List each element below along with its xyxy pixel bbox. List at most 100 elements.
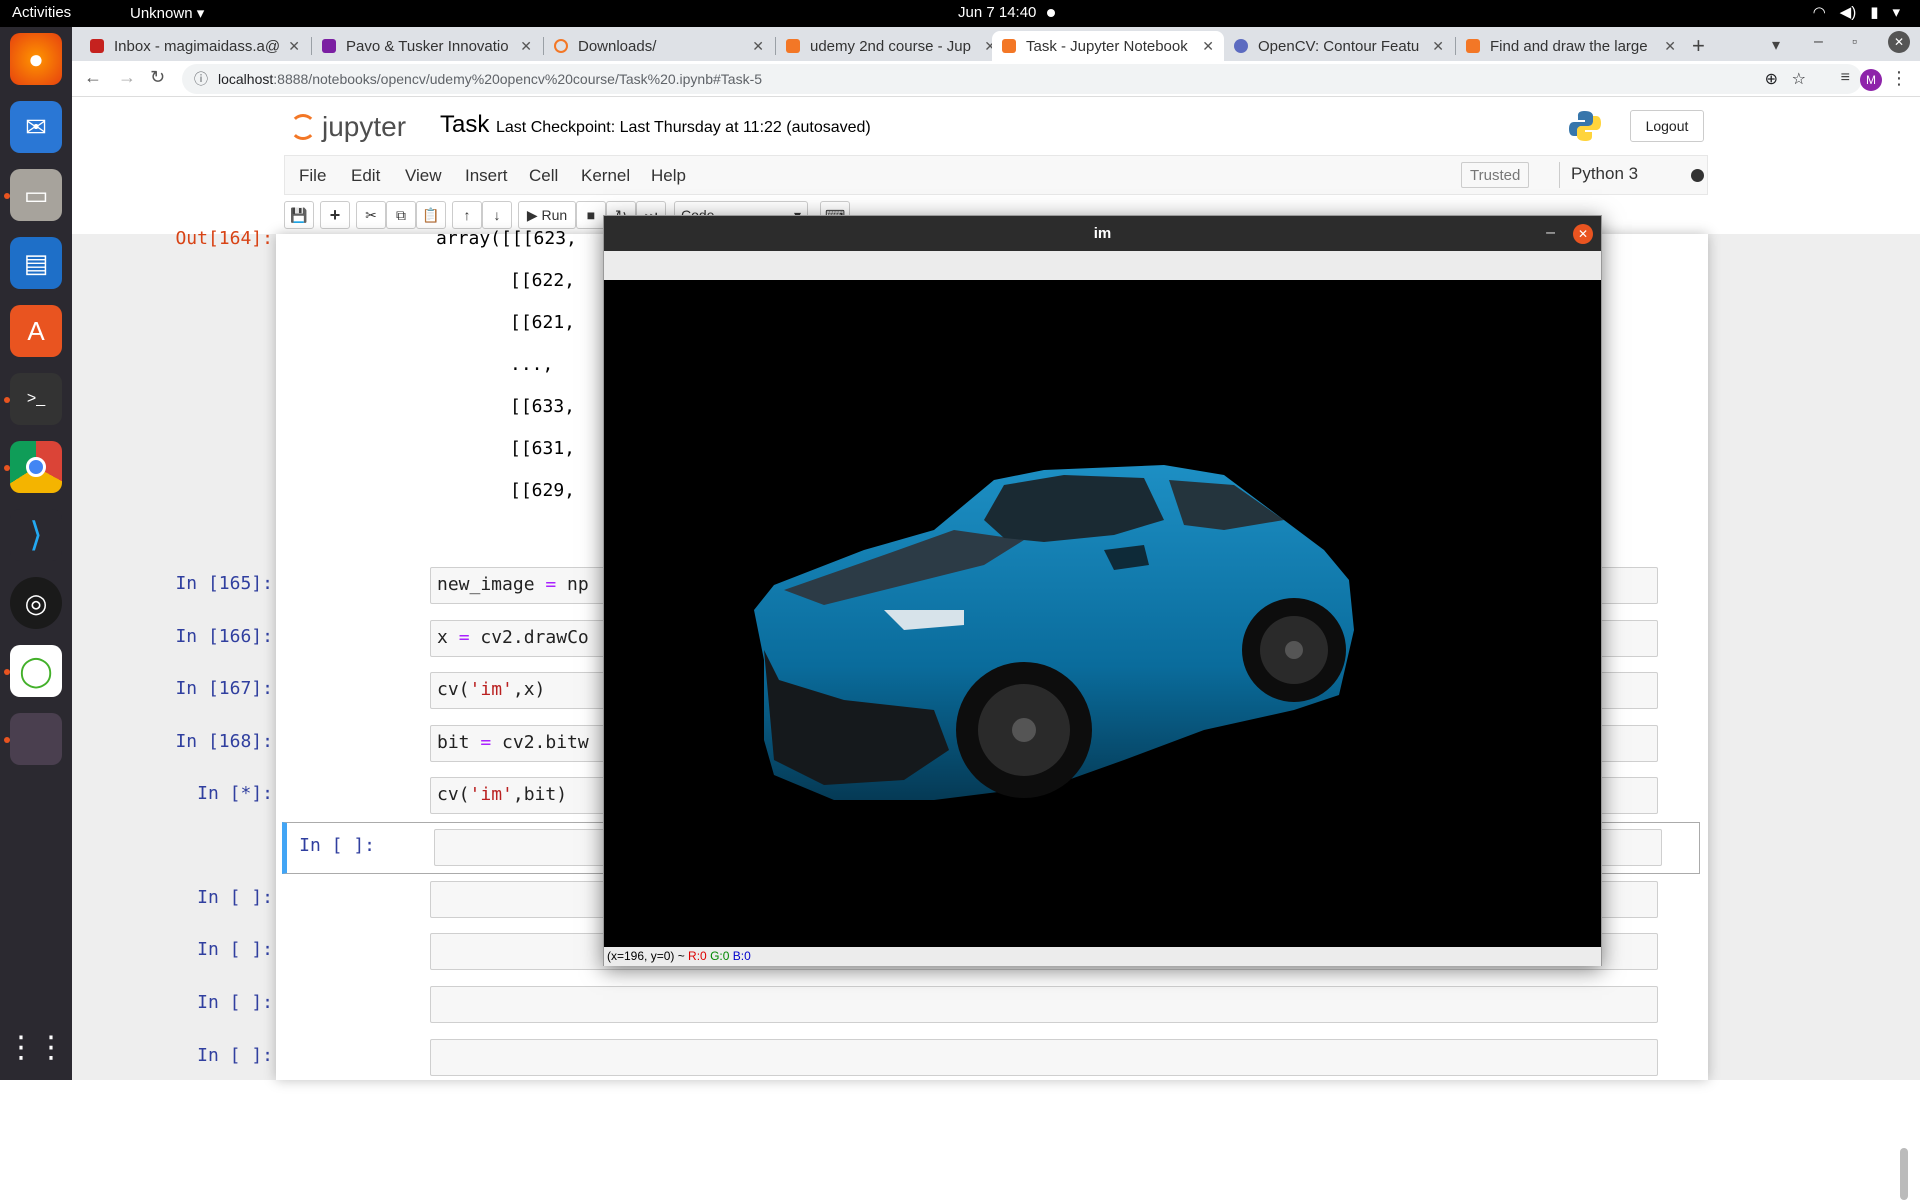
tab-opencv[interactable]: OpenCV: Contour Featu ✕	[1224, 31, 1454, 61]
save-icon[interactable]: 💾	[284, 201, 314, 229]
running-indicator	[4, 397, 10, 403]
writer-icon[interactable]: ▤	[10, 237, 62, 289]
new-tab-button[interactable]: +	[1692, 33, 1705, 59]
cell-prompt: In [167]:	[175, 678, 273, 699]
divider	[1559, 162, 1560, 188]
obs-icon[interactable]: ◎	[10, 577, 62, 629]
run-button[interactable]: ▶ Run	[518, 201, 576, 229]
firefox-icon[interactable]: ●	[10, 33, 62, 85]
running-indicator	[4, 465, 10, 471]
thunderbird-icon[interactable]: ✉	[10, 101, 62, 153]
tab-title: Inbox - magimaidass.a@	[114, 37, 281, 55]
cell-input[interactable]	[430, 1039, 1658, 1076]
tab-downloads[interactable]: Downloads/ ✕	[544, 31, 774, 61]
tab-find-draw[interactable]: Find and draw the large ✕	[1456, 31, 1686, 61]
kernel-name[interactable]: Python 3	[1571, 164, 1638, 184]
move-down-icon[interactable]: ↓	[482, 201, 512, 229]
minimize-icon[interactable]: –	[1546, 224, 1555, 242]
close-icon[interactable]: ✕	[1202, 38, 1214, 55]
opencv-window[interactable]: im – ✕ (x=196, y=0) ~ R:0 G:0 B:0	[603, 215, 1602, 966]
battery-icon: ▮	[1870, 4, 1879, 21]
running-indicator	[4, 737, 10, 743]
menu-cell[interactable]: Cell	[529, 166, 558, 186]
tab-title: Pavo & Tusker Innovatio	[346, 37, 509, 55]
vscode-icon[interactable]: ⟩	[10, 509, 62, 561]
jupyter-logo[interactable]: jupyter	[290, 111, 406, 143]
tab-inbox[interactable]: Inbox - magimaidass.a@ ✕	[80, 31, 310, 61]
close-icon[interactable]: ✕	[1573, 224, 1593, 244]
menu-insert[interactable]: Insert	[465, 166, 508, 186]
trusted-badge[interactable]: Trusted	[1461, 162, 1530, 188]
url-path: :8888/notebooks/opencv/udemy%20opencv%20…	[273, 71, 763, 87]
wifi-icon: ◠	[1812, 4, 1826, 21]
software-center-icon[interactable]: A	[10, 305, 62, 357]
zoom-icon[interactable]: ⊕	[1765, 69, 1778, 89]
pixel-green: G:0	[710, 949, 730, 963]
tab-search-icon[interactable]: ▾	[1772, 35, 1780, 55]
copy-icon[interactable]: ⧉	[386, 201, 416, 229]
cell-input[interactable]	[430, 986, 1658, 1023]
scrollbar-thumb[interactable]	[1900, 1148, 1908, 1200]
menu-file[interactable]: File	[299, 166, 326, 186]
terminal-icon[interactable]: >_	[10, 373, 62, 425]
window-title[interactable]: im	[604, 216, 1601, 251]
more-icon[interactable]: ⋮	[1890, 68, 1908, 89]
close-icon[interactable]: ✕	[520, 38, 532, 55]
chrome-icon[interactable]	[10, 441, 62, 493]
output-line: ...,	[510, 354, 554, 375]
active-window-slot[interactable]	[10, 713, 62, 765]
app-menu[interactable]: Unknown ▾	[130, 4, 204, 22]
tab-task[interactable]: Task - Jupyter Notebook ✕	[992, 31, 1224, 61]
window-close-icon[interactable]: ✕	[1888, 31, 1910, 53]
anaconda-icon[interactable]: ◯	[10, 645, 62, 697]
minimize-icon[interactable]: –	[1814, 33, 1823, 51]
url-field[interactable]: ⓘ localhost:8888/notebooks/opencv/udemy%…	[182, 64, 1862, 94]
show-apps-icon[interactable]: ⋮⋮	[6, 1021, 66, 1073]
close-icon[interactable]: ✕	[288, 38, 300, 55]
close-icon[interactable]: ✕	[1432, 38, 1444, 55]
menu-edit[interactable]: Edit	[351, 166, 380, 186]
image-canvas[interactable]	[604, 280, 1601, 947]
cell-prompt: In [168]:	[175, 731, 273, 752]
cut-icon[interactable]: ✂	[356, 201, 386, 229]
avatar[interactable]: M	[1860, 69, 1882, 91]
forward-icon[interactable]: →	[118, 67, 136, 88]
media-icon[interactable]: ≡	[1841, 69, 1850, 87]
system-tray[interactable]: ◠ ◀) ▮ ▾	[1813, 3, 1900, 21]
menu-kernel[interactable]: Kernel	[581, 166, 630, 186]
activities-button[interactable]: Activities	[12, 4, 71, 21]
kernel-busy-indicator	[1691, 169, 1704, 182]
close-icon[interactable]: ✕	[1664, 38, 1676, 55]
move-up-icon[interactable]: ↑	[452, 201, 482, 229]
notebook-title[interactable]: Task	[440, 111, 489, 139]
cell-code: new_image = np	[437, 574, 589, 595]
back-icon[interactable]: ←	[84, 67, 102, 88]
stop-icon[interactable]: ■	[576, 201, 606, 229]
hourglass-icon	[1002, 39, 1016, 53]
opencv-icon	[1234, 39, 1248, 53]
code-cell[interactable]: In [ ]:	[197, 1039, 1698, 1083]
checkpoint-status: Last Checkpoint: Last Thursday at 11:22 …	[496, 119, 871, 136]
cell-code: cv('im',bit)	[437, 784, 568, 805]
menu-view[interactable]: View	[405, 166, 442, 186]
close-icon[interactable]: ✕	[752, 38, 764, 55]
tab-title: Downloads/	[578, 37, 657, 55]
logout-button[interactable]: Logout	[1630, 110, 1704, 142]
insert-cell-icon[interactable]: +	[320, 201, 350, 229]
tab-udemy[interactable]: udemy 2nd course - Jup ✕	[776, 31, 1006, 61]
notification-dot	[1047, 9, 1055, 17]
tab-pavo[interactable]: Pavo & Tusker Innovatio ✕	[312, 31, 542, 61]
menu-help[interactable]: Help	[651, 166, 686, 186]
run-label: Run	[541, 207, 568, 223]
python-logo-icon	[1569, 111, 1601, 141]
bookmark-star-icon[interactable]: ☆	[1792, 69, 1806, 89]
cell-prompt: In [ ]:	[197, 887, 273, 908]
volume-icon: ◀)	[1839, 4, 1857, 21]
clock[interactable]: Jun 7 14:40	[958, 4, 1036, 21]
reload-icon[interactable]: ↻	[150, 67, 165, 88]
files-icon[interactable]: ▭	[10, 169, 62, 221]
code-cell[interactable]: In [ ]:	[197, 986, 1698, 1030]
paste-icon[interactable]: 📋	[416, 201, 446, 229]
cell-prompt: In [ ]:	[197, 939, 273, 960]
maximize-icon[interactable]: ▫	[1852, 33, 1857, 49]
